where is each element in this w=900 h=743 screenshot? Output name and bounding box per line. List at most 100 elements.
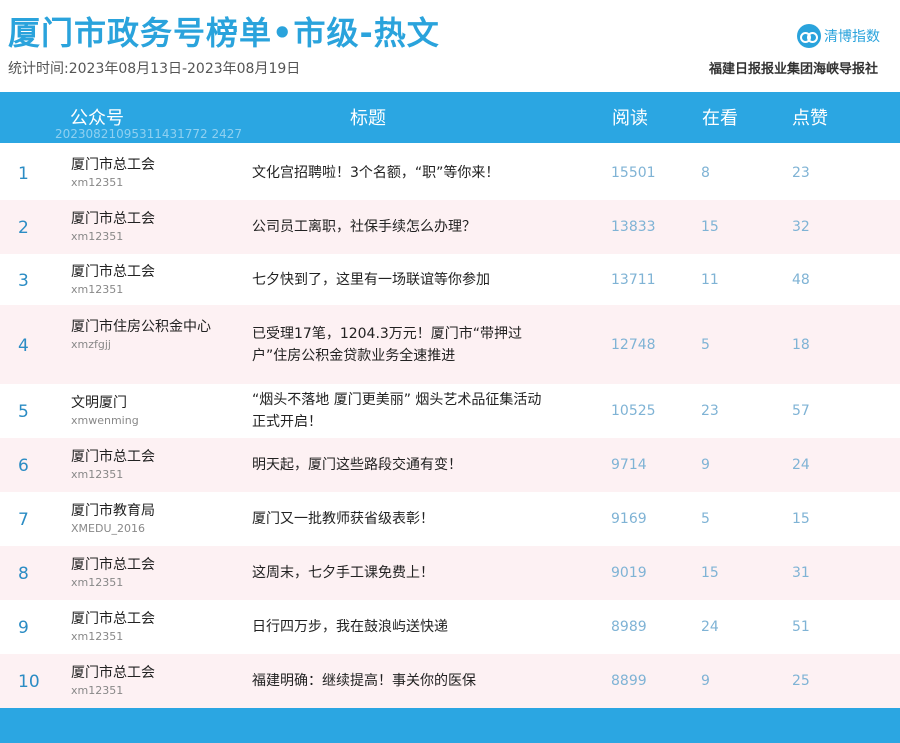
read-count: 15501 <box>611 165 656 181</box>
article-title-link[interactable]: 已受理17笔，1204.3万元！厦门市“带押过户”住房公积金贷款业务全速推进 <box>252 323 552 367</box>
account-name-text: 厦门市总工会 <box>71 157 155 173</box>
account-id: xmwenming <box>71 414 139 427</box>
account-name-text: 厦门市总工会 <box>71 557 155 573</box>
rank-number: 6 <box>18 456 29 476</box>
table-row[interactable]: 4 厦门市住房公积金中心 xmzfgjj 已受理17笔，1204.3万元！厦门市“带押… <box>0 305 900 384</box>
article-title-link[interactable]: 七夕快到了，这里有一场联谊等你参加 <box>252 269 552 291</box>
article-title-link[interactable]: 厦门又一批教师获省级表彰！ <box>252 508 552 530</box>
account-name-text: 厦门市教育局 <box>71 503 155 519</box>
like-count: 23 <box>792 165 810 181</box>
like-count: 51 <box>792 619 810 635</box>
like-count: 32 <box>792 219 810 235</box>
account-name[interactable]: 文明厦门 xmwenming <box>71 393 211 429</box>
table-row[interactable]: 3 厦门市总工会 xm12351 七夕快到了，这里有一场联谊等你参加 13711 11 48 <box>0 254 900 305</box>
column-header-likes: 点赞 <box>792 108 828 129</box>
article-title-link[interactable]: 这周末，七夕手工课免费上！ <box>252 562 552 584</box>
account-name[interactable]: 厦门市总工会 xm12351 <box>71 209 211 245</box>
account-name-text: 厦门市总工会 <box>71 264 155 280</box>
watching-count: 5 <box>701 337 710 353</box>
read-count: 13711 <box>611 272 656 288</box>
like-count: 25 <box>792 673 810 689</box>
rank-number: 2 <box>18 218 29 238</box>
logo-text: 清博指数 <box>824 29 880 45</box>
rank-number: 3 <box>18 271 29 291</box>
read-count: 12748 <box>611 337 656 353</box>
like-count: 24 <box>792 457 810 473</box>
account-id: xm12351 <box>71 176 124 189</box>
table-row[interactable]: 9 厦门市总工会 xm12351 日行四万步，我在鼓浪屿送快递 8989 24 51 <box>0 600 900 654</box>
table-header: 公众号 标题 阅读 在看 点赞 20230821095311431772 242… <box>0 92 900 143</box>
rank-number: 9 <box>18 618 29 638</box>
read-count: 10525 <box>611 403 656 419</box>
watching-count: 9 <box>701 673 710 689</box>
read-count: 9019 <box>611 565 647 581</box>
rank-number: 8 <box>18 564 29 584</box>
column-header-watching: 在看 <box>702 108 738 129</box>
account-name-text: 厦门市住房公积金中心 <box>71 319 211 335</box>
account-name[interactable]: 厦门市总工会 xm12351 <box>71 262 211 298</box>
read-count: 9169 <box>611 511 647 527</box>
like-count: 18 <box>792 337 810 353</box>
watching-count: 8 <box>701 165 710 181</box>
watching-count: 15 <box>701 565 719 581</box>
rank-number: 4 <box>18 336 29 356</box>
footer-bar <box>0 708 900 743</box>
account-name-text: 厦门市总工会 <box>71 449 155 465</box>
article-title-link[interactable]: 明天起，厦门这些路段交通有变！ <box>252 454 552 476</box>
table-row[interactable]: 2 厦门市总工会 xm12351 公司员工离职，社保手续怎么办理？ 13833 15 32 <box>0 200 900 254</box>
page-header: 厦门市政务号榜单•市级-热文 统计时间:2023年08月13日-2023年08月… <box>0 0 900 92</box>
watching-count: 9 <box>701 457 710 473</box>
page-title: 厦门市政务号榜单•市级-热文 <box>8 14 440 52</box>
watching-count: 23 <box>701 403 719 419</box>
account-id: xm12351 <box>71 576 124 589</box>
like-count: 48 <box>792 272 810 288</box>
like-count: 15 <box>792 511 810 527</box>
account-name-text: 文明厦门 <box>71 395 127 411</box>
account-id: xm12351 <box>71 630 124 643</box>
account-id: xm12351 <box>71 468 124 481</box>
watching-count: 5 <box>701 511 710 527</box>
account-name[interactable]: 厦门市总工会 xm12351 <box>71 609 211 645</box>
account-name-text: 厦门市总工会 <box>71 611 155 627</box>
account-name[interactable]: 厦门市总工会 xm12351 <box>71 663 211 699</box>
article-title-link[interactable]: 文化宫招聘啦！3个名额，“职”等你来！ <box>252 162 552 184</box>
table-row[interactable]: 6 厦门市总工会 xm12351 明天起，厦门这些路段交通有变！ 9714 9 24 <box>0 438 900 492</box>
account-name[interactable]: 厦门市总工会 xm12351 <box>71 447 211 483</box>
like-count: 31 <box>792 565 810 581</box>
account-name[interactable]: 厦门市总工会 xm12351 <box>71 555 211 591</box>
account-id: xm12351 <box>71 684 124 697</box>
article-title-link[interactable]: 日行四万步，我在鼓浪屿送快递 <box>252 616 552 638</box>
table-row[interactable]: 5 文明厦门 xmwenming “烟头不落地 厦门更美丽” 烟头艺术品征集活动正式开… <box>0 384 900 438</box>
account-name[interactable]: 厦门市住房公积金中心 xmzfgjj <box>71 317 211 353</box>
rank-number: 7 <box>18 510 29 530</box>
publisher-name: 福建日报报业集团海峡导报社 <box>708 62 878 77</box>
table-row[interactable]: 7 厦门市教育局 XMEDU_2016 厦门又一批教师获省级表彰！ 9169 5 15 <box>0 492 900 546</box>
rank-number: 1 <box>18 164 29 184</box>
article-title-link[interactable]: 福建明确：继续提高！事关你的医保 <box>252 670 552 692</box>
table-row[interactable]: 10 厦门市总工会 xm12351 福建明确：继续提高！事关你的医保 8899 9 25 <box>0 654 900 708</box>
table-row[interactable]: 1 厦门市总工会 xm12351 文化宫招聘啦！3个名额，“职”等你来！ 15501 8 2… <box>0 146 900 200</box>
account-name[interactable]: 厦门市总工会 xm12351 <box>71 155 211 191</box>
watching-count: 11 <box>701 272 719 288</box>
rank-number: 5 <box>18 402 29 422</box>
watching-count: 15 <box>701 219 719 235</box>
read-count: 9714 <box>611 457 647 473</box>
account-name-text: 厦门市总工会 <box>71 665 155 681</box>
rank-number: 10 <box>18 672 40 692</box>
account-id: xm12351 <box>71 230 124 243</box>
brand-logo: 清博指数 <box>797 24 880 48</box>
read-count: 8899 <box>611 673 647 689</box>
account-id: xmzfgjj <box>71 338 111 351</box>
like-count: 57 <box>792 403 810 419</box>
column-header-reads: 阅读 <box>612 108 648 129</box>
account-id: XMEDU_2016 <box>71 522 145 535</box>
infinity-logo-icon <box>797 24 821 48</box>
account-name[interactable]: 厦门市教育局 XMEDU_2016 <box>71 501 211 537</box>
article-title-link[interactable]: 公司员工离职，社保手续怎么办理？ <box>252 216 552 238</box>
report-code: 20230821095311431772 2427 <box>55 127 243 141</box>
read-count: 13833 <box>611 219 656 235</box>
article-title-link[interactable]: “烟头不落地 厦门更美丽” 烟头艺术品征集活动正式开启！ <box>252 389 552 433</box>
account-id: xm12351 <box>71 283 124 296</box>
account-name-text: 厦门市总工会 <box>71 211 155 227</box>
table-row[interactable]: 8 厦门市总工会 xm12351 这周末，七夕手工课免费上！ 9019 15 31 <box>0 546 900 600</box>
